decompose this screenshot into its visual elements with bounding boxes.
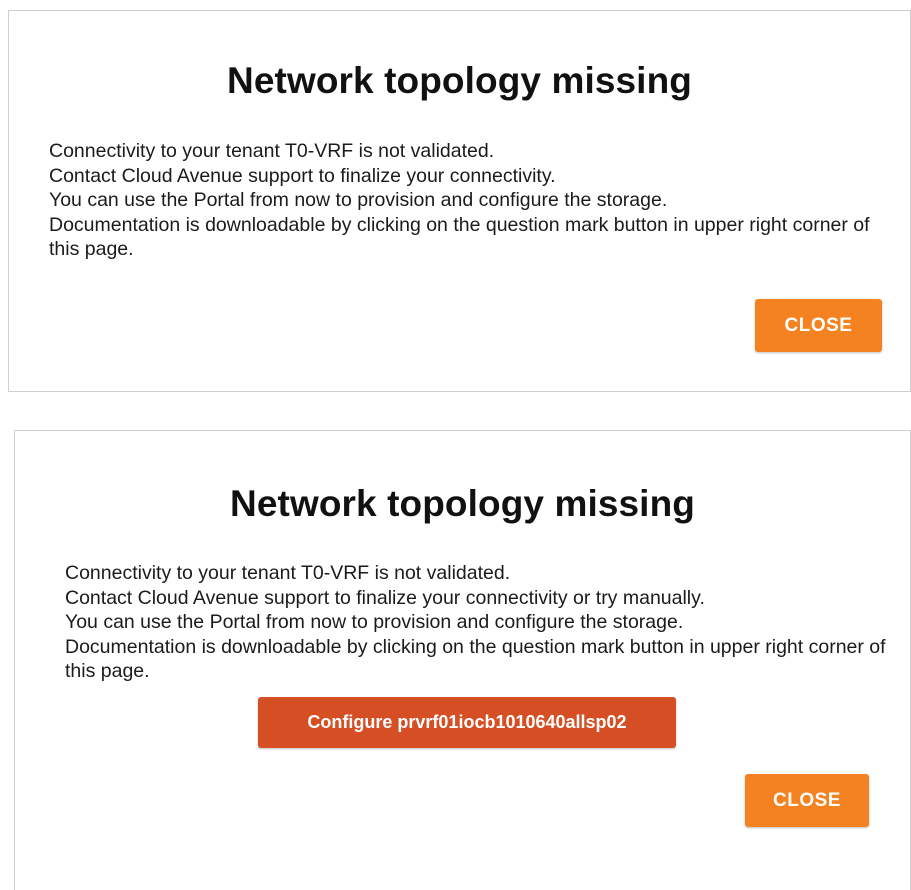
message-line-contact-support: Contact Cloud Avenue support to finalize… — [65, 586, 705, 609]
dialog-message: Connectivity to your tenant T0-VRF is no… — [65, 561, 895, 684]
close-button[interactable]: CLOSE — [745, 774, 869, 827]
message-line-connectivity: Connectivity to your tenant T0-VRF is no… — [65, 562, 511, 584]
close-button[interactable]: CLOSE — [755, 299, 882, 352]
configure-vrf-button[interactable]: Configure prvrf01iocb1010640allsp02 — [258, 697, 676, 748]
message-line-documentation: Documentation is downloadable by clickin… — [49, 213, 870, 261]
dialog-title: Network topology missing — [227, 60, 692, 101]
message-line-connectivity: Connectivity to your tenant T0-VRF is no… — [49, 140, 495, 162]
message-line-portal: You can use the Portal from now to provi… — [49, 189, 668, 211]
network-topology-dialog-basic: Network topology missing Connectivity to… — [8, 10, 911, 392]
network-topology-dialog-configure: Network topology missing Connectivity to… — [14, 430, 911, 890]
dialog-message: Connectivity to your tenant T0-VRF is no… — [49, 139, 899, 262]
message-line-contact-support: Contact Cloud Avenue support to finalize… — [49, 164, 556, 187]
dialog-title: Network topology missing — [230, 483, 695, 524]
message-line-documentation: Documentation is downloadable by clickin… — [65, 635, 886, 683]
message-line-portal: You can use the Portal from now to provi… — [65, 611, 684, 633]
